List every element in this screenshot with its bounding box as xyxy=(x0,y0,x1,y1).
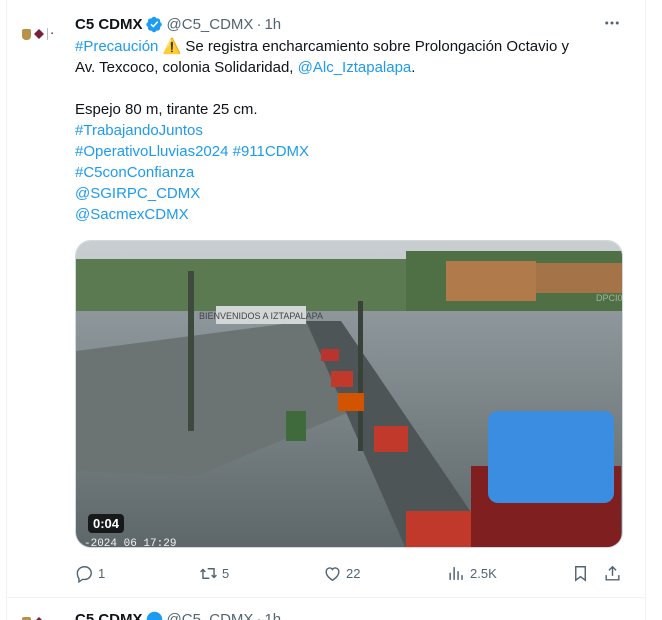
avatar[interactable]: ▪ xyxy=(22,22,62,46)
like-count: 22 xyxy=(346,565,361,581)
bookmark-icon xyxy=(575,565,586,582)
views-count: 2.5K xyxy=(470,565,497,581)
next-tweet[interactable]: C5 CDMX @C5_CDMX · 1h xyxy=(0,598,662,620)
tweet-header: C5 CDMX @C5_CDMX · 1h xyxy=(75,13,281,35)
author-name[interactable]: C5 CDMX xyxy=(75,16,143,33)
warning-emoji: ⚠️ xyxy=(162,38,182,55)
share-button[interactable] xyxy=(603,561,622,585)
video-datetime-overlay: -2024 06 17:29 xyxy=(84,538,176,548)
views-chart-icon xyxy=(449,566,463,580)
next-author-name[interactable]: C5 CDMX xyxy=(75,611,143,620)
hashtag-c5conconfianza[interactable]: #C5conConfianza xyxy=(75,164,194,181)
more-options-button[interactable] xyxy=(598,10,626,36)
video-sign-text: BIENVENIDOS A IZTAPALAPA xyxy=(199,311,323,321)
tweet-text-line1: Se registra encharcamiento sobre Prolong… xyxy=(181,38,569,55)
tweet-text: #Precaución ⚠️ Se registra encharcamient… xyxy=(75,36,635,225)
next-header-separator: · xyxy=(256,610,262,620)
hashtag-precaucion[interactable]: #Precaución xyxy=(75,38,158,55)
share-icon xyxy=(605,565,620,581)
c5-logo-icon: ▪ xyxy=(51,31,54,37)
cdmx-shield-icon xyxy=(22,616,31,620)
cdmx-logo-icon xyxy=(34,29,44,39)
next-avatar[interactable] xyxy=(22,610,62,620)
video-player[interactable]: BIENVENIDOS A IZTAPALAPA DPCI02 -2024 06… xyxy=(75,240,623,548)
hashtag-operativolluvias[interactable]: #OperativoLluvias2024 #911CDMX xyxy=(75,143,309,160)
timeline-border-left xyxy=(6,0,7,620)
next-tweet-timestamp[interactable]: 1h xyxy=(264,611,281,620)
next-author-handle[interactable]: @C5_CDMX xyxy=(167,611,254,620)
video-duration-badge: 0:04 xyxy=(88,514,125,533)
views-button[interactable]: 2.5K xyxy=(447,561,497,585)
mention-sacmex[interactable]: @SacmexCDMX xyxy=(75,206,189,223)
bookmark-button[interactable] xyxy=(571,561,590,585)
tweet-actions: 1 5 22 2.5K xyxy=(75,561,635,585)
video-frame: BIENVENIDOS A IZTAPALAPA DPCI02 -2024 06… xyxy=(76,241,623,548)
tweet-timestamp[interactable]: 1h xyxy=(264,16,281,33)
repost-button[interactable]: 5 xyxy=(199,561,229,585)
more-dots-icon xyxy=(605,21,619,25)
timeline-border-right xyxy=(645,0,646,620)
video-watermark: DPCI02 xyxy=(596,293,623,303)
tweet-text-line4: Espejo 80 m, tirante 25 cm. xyxy=(75,101,258,118)
author-handle[interactable]: @C5_CDMX xyxy=(167,16,254,33)
reply-button[interactable]: 1 xyxy=(75,561,105,585)
verified-badge-icon xyxy=(146,611,162,620)
reply-count: 1 xyxy=(98,565,106,581)
verified-badge-icon xyxy=(145,16,162,32)
mention-alc-iztapalapa[interactable]: @Alc_Iztapalapa xyxy=(298,59,412,76)
reply-icon xyxy=(76,565,92,583)
tweet-text-period: . xyxy=(411,59,416,76)
hashtag-trabajandojuntos[interactable]: #TrabajandoJuntos xyxy=(75,122,203,139)
heart-icon xyxy=(325,566,340,581)
mention-sgirpc[interactable]: @SGIRPC_CDMX xyxy=(75,185,200,202)
logo-divider xyxy=(47,28,48,40)
tweet-text-line2: Av. Texcoco, colonia Solidaridad, xyxy=(75,59,298,76)
header-separator: · xyxy=(256,15,262,33)
like-button[interactable]: 22 xyxy=(323,561,360,585)
repost-icon xyxy=(200,567,217,579)
next-tweet-header: C5 CDMX @C5_CDMX · 1h xyxy=(75,608,281,620)
repost-count: 5 xyxy=(222,565,230,581)
cdmx-shield-icon xyxy=(22,28,31,40)
